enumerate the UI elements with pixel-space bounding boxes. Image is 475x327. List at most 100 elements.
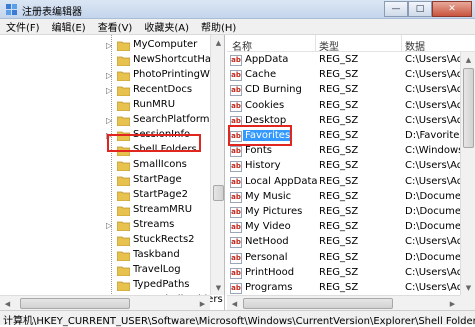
value-row[interactable]: ab Local AppData REG_SZ C:\Users\Adr (227, 175, 467, 190)
value-row[interactable]: ab Personal REG_SZ D:\Documen (227, 251, 467, 266)
tree-item[interactable]: ▷ PhotoPrintingWiza (0, 68, 224, 83)
expand-arrow-icon[interactable]: ▷ (106, 71, 112, 80)
value-name: Cache (245, 69, 277, 81)
string-value-icon: ab (230, 176, 242, 188)
string-value-icon: ab (230, 267, 242, 279)
tree-item[interactable]: StartPage (0, 173, 210, 188)
value-data: C:\Users\Adr (405, 99, 468, 111)
value-name: History (245, 160, 281, 172)
string-value-icon: ab (230, 222, 242, 234)
value-type: REG_SZ (319, 282, 359, 293)
list-horizontal-scrollbar[interactable]: ◀ ▶ (227, 295, 460, 310)
value-row[interactable]: ab Programs REG_SZ C:\Users\Adr (227, 281, 467, 296)
tree-item[interactable]: StuckRects2 (0, 233, 210, 248)
key-tree[interactable]: ▷ MyComputer NewShortcutHandl ▷ PhotoPrintin… (0, 35, 225, 310)
value-row[interactable]: ab History REG_SZ C:\Users\Adr (227, 159, 467, 174)
maximize-icon: □ (415, 4, 425, 14)
menu-edit[interactable]: 编辑(E) (46, 19, 92, 34)
main-panes: ▷ MyComputer NewShortcutHandl ▷ PhotoPrintin… (0, 35, 475, 310)
scroll-left-icon[interactable]: ◀ (0, 296, 15, 310)
tree-item[interactable]: TypedPaths (0, 278, 210, 293)
tree-scroll-thumb[interactable] (213, 185, 224, 201)
tree-item[interactable]: ▷ MyComputer (0, 38, 210, 53)
folder-icon (117, 266, 130, 276)
tree-item[interactable]: TravelLog (0, 263, 210, 278)
value-type: REG_SZ (319, 160, 359, 172)
scroll-down-icon[interactable]: ▼ (461, 280, 475, 295)
value-list[interactable]: 名称 类型 数据 ab AppData REG_SZ C:\Users\Adr ab Ca… (227, 35, 475, 310)
menu-favorites[interactable]: 收藏夹(A) (138, 19, 195, 34)
minimize-button[interactable]: — (384, 1, 408, 17)
value-data: D:\Documen (405, 221, 468, 233)
scroll-left-icon[interactable]: ◀ (227, 296, 242, 310)
menu-file[interactable]: 文件(F) (0, 19, 46, 34)
tree-item[interactable]: ▷ Streams (0, 218, 210, 233)
value-data: C:\Users\Adr (405, 69, 468, 81)
scroll-right-icon[interactable]: ▶ (195, 296, 210, 310)
scroll-right-icon[interactable]: ▶ (445, 296, 460, 310)
value-row[interactable]: ab My Video REG_SZ D:\Documen (227, 220, 467, 235)
list-hscroll-thumb[interactable] (243, 298, 393, 309)
value-data: C:\Users\Adr (405, 236, 468, 248)
menu-help[interactable]: 帮助(H) (195, 19, 242, 34)
folder-icon (117, 176, 130, 186)
tree-item[interactable]: StartPage2 (0, 188, 210, 203)
value-row[interactable]: ab AppData REG_SZ C:\Users\Adr (227, 53, 467, 68)
value-row[interactable]: ab My Pictures REG_SZ D:\Documen (227, 205, 467, 220)
column-data-header[interactable]: 数据 (405, 38, 425, 53)
tree-item[interactable]: StreamMRU (0, 203, 210, 218)
tree-hscroll-thumb[interactable] (20, 298, 130, 309)
column-divider[interactable] (315, 35, 316, 52)
value-row[interactable]: ab My Music REG_SZ D:\Documen (227, 190, 467, 205)
value-name: Personal (245, 251, 288, 263)
minimize-icon: — (391, 4, 401, 14)
folder-icon (117, 116, 130, 126)
folder-icon (117, 161, 130, 171)
column-name-header[interactable]: 名称 (232, 38, 252, 53)
value-row[interactable]: ab Cookies REG_SZ C:\Users\Adr (227, 99, 467, 114)
tree-item-label: TypedPaths (133, 279, 190, 290)
value-row[interactable]: ab Fonts REG_SZ C:\Windows\ (227, 144, 467, 159)
tree-item-label: RecentDocs (133, 84, 193, 95)
value-name: Programs (245, 282, 293, 293)
scroll-up-icon[interactable]: ▲ (461, 52, 475, 67)
column-type-header[interactable]: 类型 (319, 38, 339, 53)
value-name: Cookies (245, 99, 285, 111)
string-value-icon: ab (230, 191, 242, 203)
expand-arrow-icon[interactable]: ▷ (106, 221, 112, 230)
folder-icon (117, 281, 130, 291)
value-row[interactable]: ab CD Burning REG_SZ C:\Users\Adr (227, 83, 467, 98)
tree-item[interactable]: RunMRU (0, 98, 210, 113)
tree-vertical-scrollbar[interactable]: ▲ ▼ (210, 35, 224, 295)
tree-horizontal-scrollbar[interactable]: ◀ ▶ (0, 295, 210, 310)
value-row[interactable]: ab Cache REG_SZ C:\Users\Adr (227, 68, 467, 83)
list-vertical-scrollbar[interactable]: ▲ ▼ (460, 52, 475, 295)
tree-item[interactable]: ▷ SearchPlatform (0, 113, 210, 128)
tree-item[interactable]: ▷ RecentDocs (0, 83, 210, 98)
scroll-down-icon[interactable]: ▼ (211, 280, 224, 295)
menu-view[interactable]: 查看(V) (92, 19, 139, 34)
close-button[interactable]: ✕ (432, 1, 472, 17)
tree-item[interactable]: SmallIcons (0, 158, 210, 173)
string-value-icon: ab (230, 237, 242, 249)
expand-arrow-icon[interactable]: ▷ (106, 86, 112, 95)
value-name: My Pictures (245, 206, 303, 217)
tree-item[interactable]: Taskband (0, 248, 210, 263)
list-scroll-thumb[interactable] (463, 68, 474, 148)
value-data: C:\Windows\ (405, 145, 467, 157)
value-row[interactable]: ab PrintHood REG_SZ C:\Users\Adr (227, 266, 467, 281)
value-name: NetHood (245, 236, 289, 248)
tree-item[interactable]: NewShortcutHandl (0, 53, 224, 68)
value-row[interactable]: ab NetHood REG_SZ C:\Users\Adr (227, 235, 467, 250)
string-value-icon: ab (230, 161, 242, 173)
expand-arrow-icon[interactable]: ▷ (106, 41, 112, 50)
value-name: Fonts (245, 145, 272, 157)
highlight-box-value (228, 125, 292, 146)
maximize-button[interactable]: □ (408, 1, 432, 17)
column-divider[interactable] (401, 35, 402, 52)
expand-arrow-icon[interactable]: ▷ (106, 116, 112, 125)
string-value-icon: ab (230, 100, 242, 112)
value-data: C:\Users\Adr (405, 266, 468, 278)
value-data: D:\Documen (405, 251, 468, 263)
scroll-up-icon[interactable]: ▲ (211, 35, 224, 50)
